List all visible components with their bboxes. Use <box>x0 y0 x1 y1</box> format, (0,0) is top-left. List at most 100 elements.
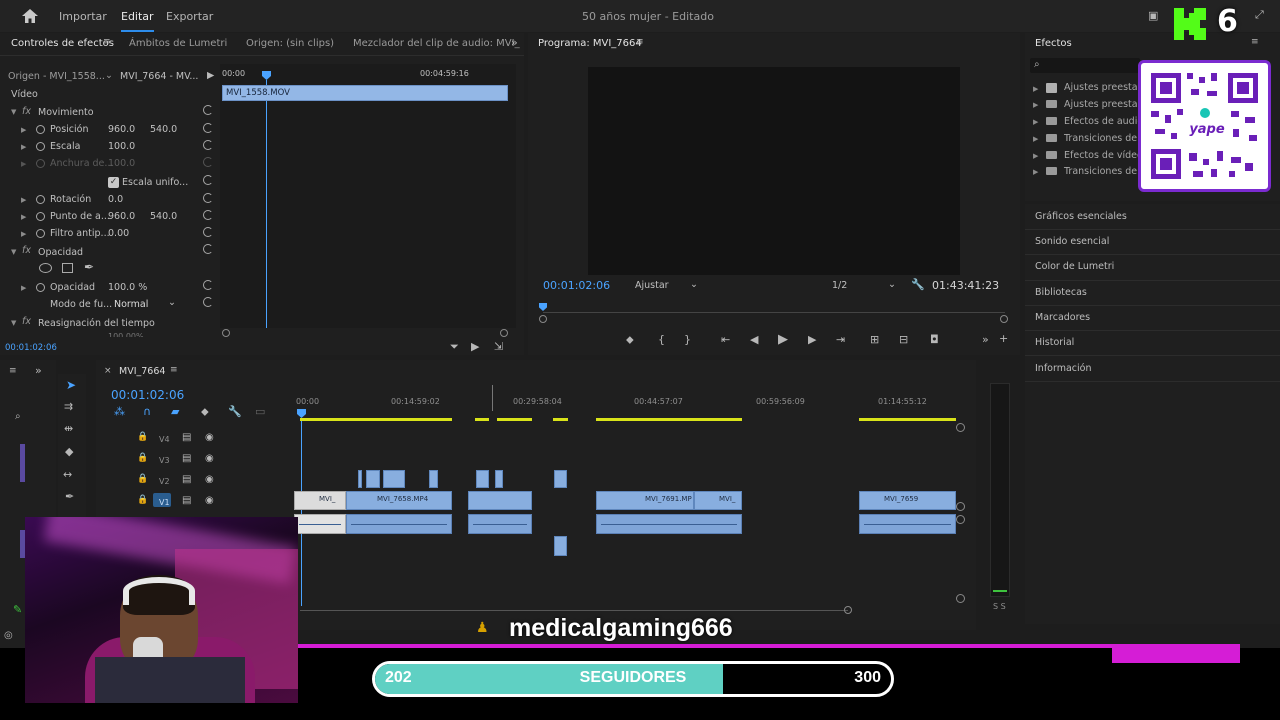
thumbnail[interactable] <box>20 444 25 482</box>
zoom-handle[interactable] <box>222 329 230 337</box>
audio-clip[interactable] <box>346 514 452 534</box>
timeline-clip[interactable]: MVI_ <box>694 491 742 510</box>
zoom-handle[interactable] <box>1000 315 1008 323</box>
tab-audio-clip-mixer[interactable]: Mezclador del clip de audio: MVI_ <box>353 38 520 49</box>
expand-icon[interactable]: ▶ <box>1033 168 1038 176</box>
workspace-icon[interactable]: ▣ <box>1148 9 1158 22</box>
pen-tool-icon[interactable]: ✒ <box>65 490 74 503</box>
slip-tool-icon[interactable]: ↔ <box>63 468 72 481</box>
stopwatch-icon[interactable] <box>36 229 45 238</box>
program-title[interactable]: Programa: MVI_7664 <box>538 38 642 49</box>
lock-icon[interactable]: 🔒 <box>137 432 148 442</box>
step-forward-icon[interactable]: ▶ <box>808 333 816 346</box>
mark-in-icon[interactable]: { <box>658 333 665 346</box>
more-tabs-icon[interactable]: » <box>511 36 518 49</box>
reset-icon[interactable] <box>203 193 213 203</box>
more-tabs-icon[interactable]: » <box>35 364 42 377</box>
search-icon[interactable]: ⌕ <box>15 411 21 422</box>
chevron-down-icon[interactable]: ⌄ <box>168 297 176 308</box>
meter-label[interactable]: S S <box>993 602 1006 611</box>
mark-out-icon[interactable]: } <box>684 333 691 346</box>
reset-icon[interactable] <box>203 297 213 307</box>
zoom-handle[interactable] <box>500 329 508 337</box>
selection-tool-icon[interactable]: ➤ <box>66 378 76 392</box>
reset-icon[interactable] <box>203 244 213 254</box>
panel-essential-sound[interactable]: Sonido esencial <box>1035 236 1109 247</box>
fit-select[interactable]: Ajustar <box>635 280 669 291</box>
chevron-down-icon[interactable]: ⌄ <box>690 279 698 290</box>
track-label[interactable]: V4 <box>159 435 170 444</box>
add-button-icon[interactable]: + <box>999 332 1008 345</box>
panel-menu-icon[interactable]: ≡ <box>103 37 111 47</box>
program-timecode[interactable]: 00:01:02:06 <box>543 279 610 292</box>
step-back-icon[interactable]: ◀ <box>750 333 758 346</box>
audio-clip[interactable] <box>468 514 532 534</box>
panel-info[interactable]: Información <box>1035 363 1092 374</box>
export-icon[interactable]: ⇲ <box>494 340 503 353</box>
nav-export[interactable]: Exportar <box>166 10 213 23</box>
stopwatch-icon[interactable] <box>36 212 45 221</box>
audio-clip[interactable] <box>554 536 567 556</box>
chevron-down-icon[interactable]: ⌄ <box>105 70 113 81</box>
collapse-icon[interactable]: ▼ <box>11 248 16 256</box>
reset-icon[interactable] <box>203 105 213 115</box>
sequence-tab[interactable]: MVI_7664 <box>119 366 165 377</box>
reset-icon[interactable] <box>203 157 213 167</box>
panel-essential-graphics[interactable]: Gráficos esenciales <box>1035 211 1127 222</box>
fullscreen-icon[interactable]: ⤢ <box>1255 8 1264 22</box>
expand-icon[interactable]: ▶ <box>21 284 26 292</box>
property-value[interactable]: 540.0 <box>150 211 177 222</box>
zoom-handle[interactable] <box>956 515 965 524</box>
panel-lumetri-color[interactable]: Color de Lumetri <box>1035 261 1114 272</box>
property-value[interactable]: 100.0 <box>108 141 135 152</box>
ripple-edit-icon[interactable]: ⇹ <box>64 422 73 435</box>
zoom-handle[interactable] <box>844 606 852 614</box>
close-icon[interactable]: × <box>104 366 112 376</box>
panel-menu-icon[interactable]: ≡ <box>636 37 644 47</box>
lock-icon[interactable]: 🔒 <box>137 453 148 463</box>
rectangle-mask-icon[interactable] <box>62 263 73 273</box>
property-value[interactable]: 960.0 <box>108 124 135 135</box>
extract-icon[interactable]: ⊟ <box>899 333 908 346</box>
effect-controls-timecode[interactable]: 00:01:02:06 <box>5 343 57 353</box>
effects-folder[interactable]: Efectos de vídeo <box>1064 150 1143 161</box>
reset-icon[interactable] <box>203 280 213 290</box>
effect-timeline[interactable] <box>220 64 516 328</box>
chevron-down-icon[interactable]: ⌄ <box>888 279 896 290</box>
wrench-icon[interactable]: 🔧 <box>911 278 925 291</box>
reset-icon[interactable] <box>203 210 213 220</box>
collapse-icon[interactable]: ▼ <box>11 108 16 116</box>
expand-icon[interactable]: ▶ <box>21 230 26 238</box>
sync-lock-icon[interactable]: ▤ <box>182 432 191 443</box>
blend-mode-select[interactable]: Normal <box>114 299 148 310</box>
zoom-handle[interactable] <box>956 423 965 432</box>
property-value[interactable]: 0.00 <box>108 228 129 239</box>
panel-history[interactable]: Historial <box>1035 337 1074 348</box>
timeline-clip[interactable]: MVI_7658.MP4 <box>346 491 452 510</box>
tab-effect-controls[interactable]: Controles de efectos <box>11 38 114 49</box>
panel-menu-icon[interactable]: ≡ <box>1251 37 1259 47</box>
origin-label[interactable]: Origen - MVI_1558... <box>8 71 105 82</box>
reset-icon[interactable] <box>203 123 213 133</box>
stopwatch-icon[interactable] <box>36 195 45 204</box>
timeline-clip[interactable] <box>358 470 362 488</box>
panel-libraries[interactable]: Bibliotecas <box>1035 287 1087 298</box>
pen-mask-icon[interactable]: ✒ <box>84 260 94 274</box>
linked-selection-icon[interactable]: ∩ <box>143 405 151 418</box>
expand-icon[interactable]: ▶ <box>21 196 26 204</box>
expand-icon[interactable]: ▶ <box>1033 152 1038 160</box>
expand-icon[interactable]: ▶ <box>1033 101 1038 109</box>
program-video-frame[interactable] <box>588 67 960 275</box>
tab-source[interactable]: Origen: (sin clips) <box>246 38 334 49</box>
fx-icon[interactable]: fx <box>22 316 31 327</box>
expand-icon[interactable]: ▶ <box>21 126 26 134</box>
more-icon[interactable]: » <box>982 333 989 346</box>
sync-lock-icon[interactable]: ▤ <box>182 474 191 485</box>
stopwatch-icon[interactable] <box>36 142 45 151</box>
captions-icon[interactable]: ▭ <box>255 405 265 418</box>
eye-icon[interactable]: ◉ <box>205 495 214 506</box>
nav-import[interactable]: Importar <box>59 10 107 23</box>
track-label[interactable]: V1 <box>159 498 170 507</box>
timeline-clip[interactable] <box>554 470 567 488</box>
expand-icon[interactable]: ▶ <box>21 213 26 221</box>
